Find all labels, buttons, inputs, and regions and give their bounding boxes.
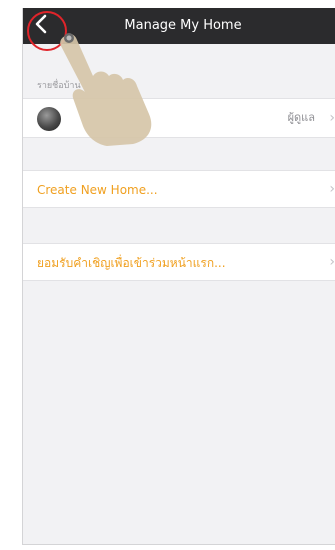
- app-screen: Manage My Home รายชื่อบ้าน ผู้ดูแล › Cre…: [22, 8, 335, 545]
- accept-invitation-label: ยอมรับคำเชิญเพื่อเข้าร่วมหน้าแรก...: [37, 256, 226, 270]
- back-button[interactable]: [27, 12, 55, 40]
- chevron-right-icon: ›: [329, 254, 335, 270]
- create-new-home-button[interactable]: Create New Home... ›: [23, 170, 335, 208]
- home-list-item[interactable]: ผู้ดูแล ›: [23, 98, 335, 138]
- chevron-left-icon: [33, 13, 49, 39]
- create-new-home-label: Create New Home...: [37, 183, 158, 197]
- home-list-section-label: รายชื่อบ้าน: [37, 81, 81, 91]
- home-role-label: ผู้ดูแล: [287, 111, 315, 124]
- navigation-bar: Manage My Home: [23, 8, 335, 44]
- chevron-right-icon: ›: [329, 181, 335, 197]
- page-title: Manage My Home: [124, 18, 242, 33]
- home-avatar: [37, 107, 61, 131]
- accept-invitation-button[interactable]: ยอมรับคำเชิญเพื่อเข้าร่วมหน้าแรก... ›: [23, 243, 335, 281]
- chevron-right-icon: ›: [329, 110, 335, 126]
